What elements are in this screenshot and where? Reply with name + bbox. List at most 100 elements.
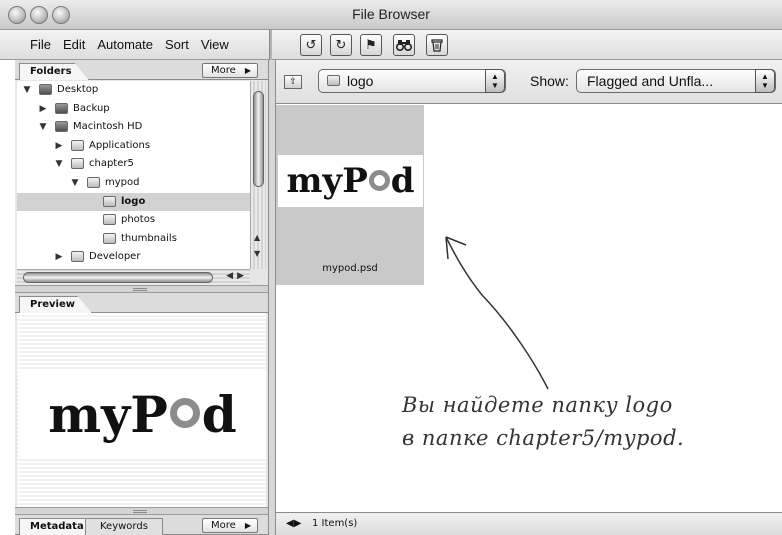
rotate-cw-button[interactable]: ↻ bbox=[330, 34, 352, 56]
tree-row-logo[interactable]: logo bbox=[17, 192, 250, 211]
tree-row-backup[interactable]: ▶ Backup bbox=[17, 100, 250, 118]
tree-item-label: chapter5 bbox=[89, 158, 134, 170]
handwritten-annotation: Вы найдете папку logo в папке chapter5/m… bbox=[402, 389, 684, 455]
disclosure-expanded-icon[interactable]: ▼ bbox=[53, 155, 65, 173]
folder-icon bbox=[71, 158, 84, 170]
mypod-logo-thumb: myP d bbox=[286, 161, 414, 201]
rotate-ccw-icon: ↺ bbox=[305, 37, 317, 53]
tree-row-applications[interactable]: ▶ Applications bbox=[17, 137, 250, 155]
menu-automate[interactable]: Automate bbox=[97, 37, 153, 52]
disclosure-collapsed-icon[interactable]: ▶ bbox=[53, 137, 65, 155]
drive-icon bbox=[55, 121, 68, 133]
tab-folders[interactable]: Folders bbox=[19, 63, 89, 80]
logo-ring-icon bbox=[168, 397, 202, 432]
folder-icon bbox=[327, 75, 340, 86]
item-count: 1 Item(s) bbox=[312, 518, 358, 529]
disclosure-collapsed-icon[interactable]: ▶ bbox=[37, 100, 49, 118]
popup-arrows-icon: ▲ ▼ bbox=[485, 69, 505, 93]
folder-icon bbox=[87, 177, 100, 188]
rotate-ccw-button[interactable]: ↺ bbox=[300, 34, 322, 56]
mypod-logo: myP d bbox=[48, 385, 237, 444]
desktop-icon bbox=[39, 84, 52, 95]
tree-row-photos[interactable]: photos bbox=[17, 211, 250, 229]
show-filter-value: Flagged and Unfla... bbox=[587, 73, 714, 89]
preview-metadata-splitter[interactable] bbox=[15, 507, 268, 515]
tree-item-label: mypod bbox=[105, 177, 140, 188]
folder-icon bbox=[71, 139, 84, 151]
thumb-logo-text-my: my bbox=[286, 161, 343, 201]
tree-item-label: thumbnails bbox=[121, 232, 177, 244]
disclosure-collapsed-icon[interactable]: ▶ bbox=[53, 248, 65, 266]
tree-item-label: Applications bbox=[89, 139, 151, 151]
tree-item-label: Desktop bbox=[57, 84, 99, 95]
status-bar: ◀▶ 1 Item(s) bbox=[276, 512, 782, 535]
folder-icon bbox=[103, 232, 116, 244]
folder-popup[interactable]: logo ▲ ▼ bbox=[318, 69, 506, 93]
menu-edit[interactable]: Edit bbox=[63, 37, 85, 52]
vertical-scroll-thumb[interactable] bbox=[253, 91, 264, 187]
menu-sort[interactable]: Sort bbox=[165, 37, 189, 52]
folders-preview-splitter[interactable] bbox=[15, 285, 268, 293]
tree-row-thumbnails[interactable]: thumbnails bbox=[17, 230, 250, 248]
title-bar: File Browser bbox=[0, 0, 782, 30]
tree-row-desktop[interactable]: ▼ Desktop bbox=[17, 81, 250, 99]
logo-text-my: my bbox=[48, 384, 131, 444]
thumbnail-size-icon[interactable]: ◀▶ bbox=[286, 518, 301, 529]
metadata-more-button[interactable]: More ▶ bbox=[202, 518, 258, 533]
pane-splitter[interactable] bbox=[268, 60, 276, 535]
rotate-cw-icon: ↻ bbox=[335, 37, 347, 53]
logo-text-p: P bbox=[130, 384, 168, 444]
tree-row-mypod[interactable]: ▼ mypod bbox=[17, 174, 250, 192]
binoculars-icon bbox=[396, 40, 412, 51]
thumbnail-area[interactable]: myP d mypod.psd Вы найдете папку logo в п… bbox=[276, 105, 782, 512]
annotation-arrow-icon bbox=[445, 236, 549, 390]
annotation-line-1: Вы найдете папку logo bbox=[402, 393, 673, 417]
metadata-tab-row: Metadata Keywords More ▶ bbox=[15, 515, 268, 535]
tree-item-label: logo bbox=[121, 195, 146, 207]
tab-keywords[interactable]: Keywords bbox=[85, 518, 163, 535]
show-filter-popup[interactable]: Flagged and Unfla... ▲ ▼ bbox=[576, 69, 776, 93]
folder-popup-value: logo bbox=[347, 73, 374, 89]
find-button[interactable] bbox=[393, 34, 415, 56]
tab-preview[interactable]: Preview bbox=[19, 296, 93, 313]
tree-row-macintosh-hd[interactable]: ▼ Macintosh HD bbox=[17, 118, 250, 136]
folder-icon bbox=[103, 214, 116, 226]
metadata-more-label: More bbox=[211, 520, 236, 531]
annotation-line-2: в папке chapter5/mypod. bbox=[402, 426, 685, 450]
horizontal-scroll-thumb[interactable] bbox=[23, 272, 213, 283]
tree-item-label: photos bbox=[121, 214, 156, 226]
thumb-logo-ring-icon bbox=[368, 170, 391, 192]
menu-bar: File Edit Automate Sort View bbox=[30, 37, 229, 52]
disclosure-expanded-icon[interactable]: ▼ bbox=[37, 118, 49, 136]
disclosure-expanded-icon[interactable]: ▼ bbox=[69, 174, 81, 192]
menu-file[interactable]: File bbox=[30, 37, 51, 52]
folder-tree[interactable]: ▼ Desktop ▶ Backup ▼ Macintosh HD ▶ Application… bbox=[17, 81, 250, 269]
flag-button[interactable]: ⚑ bbox=[360, 34, 382, 56]
tree-item-label: Developer bbox=[89, 251, 141, 263]
scroll-up-icon[interactable]: ▲ bbox=[254, 233, 260, 242]
show-label: Show: bbox=[530, 73, 569, 89]
tree-item-label: Macintosh HD bbox=[73, 121, 143, 133]
folder-tree-vertical-scrollbar[interactable]: ▲ ▼ bbox=[250, 81, 266, 269]
thumbnail-image: myP d bbox=[278, 155, 423, 207]
tree-row-chapter5[interactable]: ▼ chapter5 bbox=[17, 155, 250, 173]
tree-row-developer[interactable]: ▶ Developer bbox=[17, 248, 250, 266]
delete-button[interactable] bbox=[426, 34, 448, 56]
menu-view[interactable]: View bbox=[201, 37, 229, 52]
thumbnail-item[interactable]: myP d mypod.psd bbox=[276, 105, 424, 285]
folder-tree-horizontal-scrollbar[interactable]: ◀▶ bbox=[17, 269, 250, 285]
folder-icon bbox=[103, 195, 116, 207]
splitter-grip-icon bbox=[133, 288, 147, 291]
scroll-down-icon[interactable]: ▼ bbox=[254, 249, 260, 258]
up-folder-icon: ⇧ bbox=[289, 77, 297, 87]
folders-more-label: More bbox=[211, 65, 236, 76]
scroll-left-right-icon[interactable]: ◀▶ bbox=[226, 271, 248, 281]
triangle-right-icon-2: ▶ bbox=[244, 521, 251, 530]
folders-more-button[interactable]: More ▶ bbox=[202, 63, 258, 78]
thumb-logo-text-d: d bbox=[390, 161, 415, 201]
thumb-logo-text-p: P bbox=[342, 161, 368, 201]
folders-tab-row: Folders More ▶ bbox=[15, 60, 268, 80]
disclosure-expanded-icon[interactable]: ▼ bbox=[21, 81, 33, 99]
parent-folder-button[interactable]: ⇧ bbox=[284, 75, 302, 89]
preview-area: myP d bbox=[17, 313, 266, 507]
